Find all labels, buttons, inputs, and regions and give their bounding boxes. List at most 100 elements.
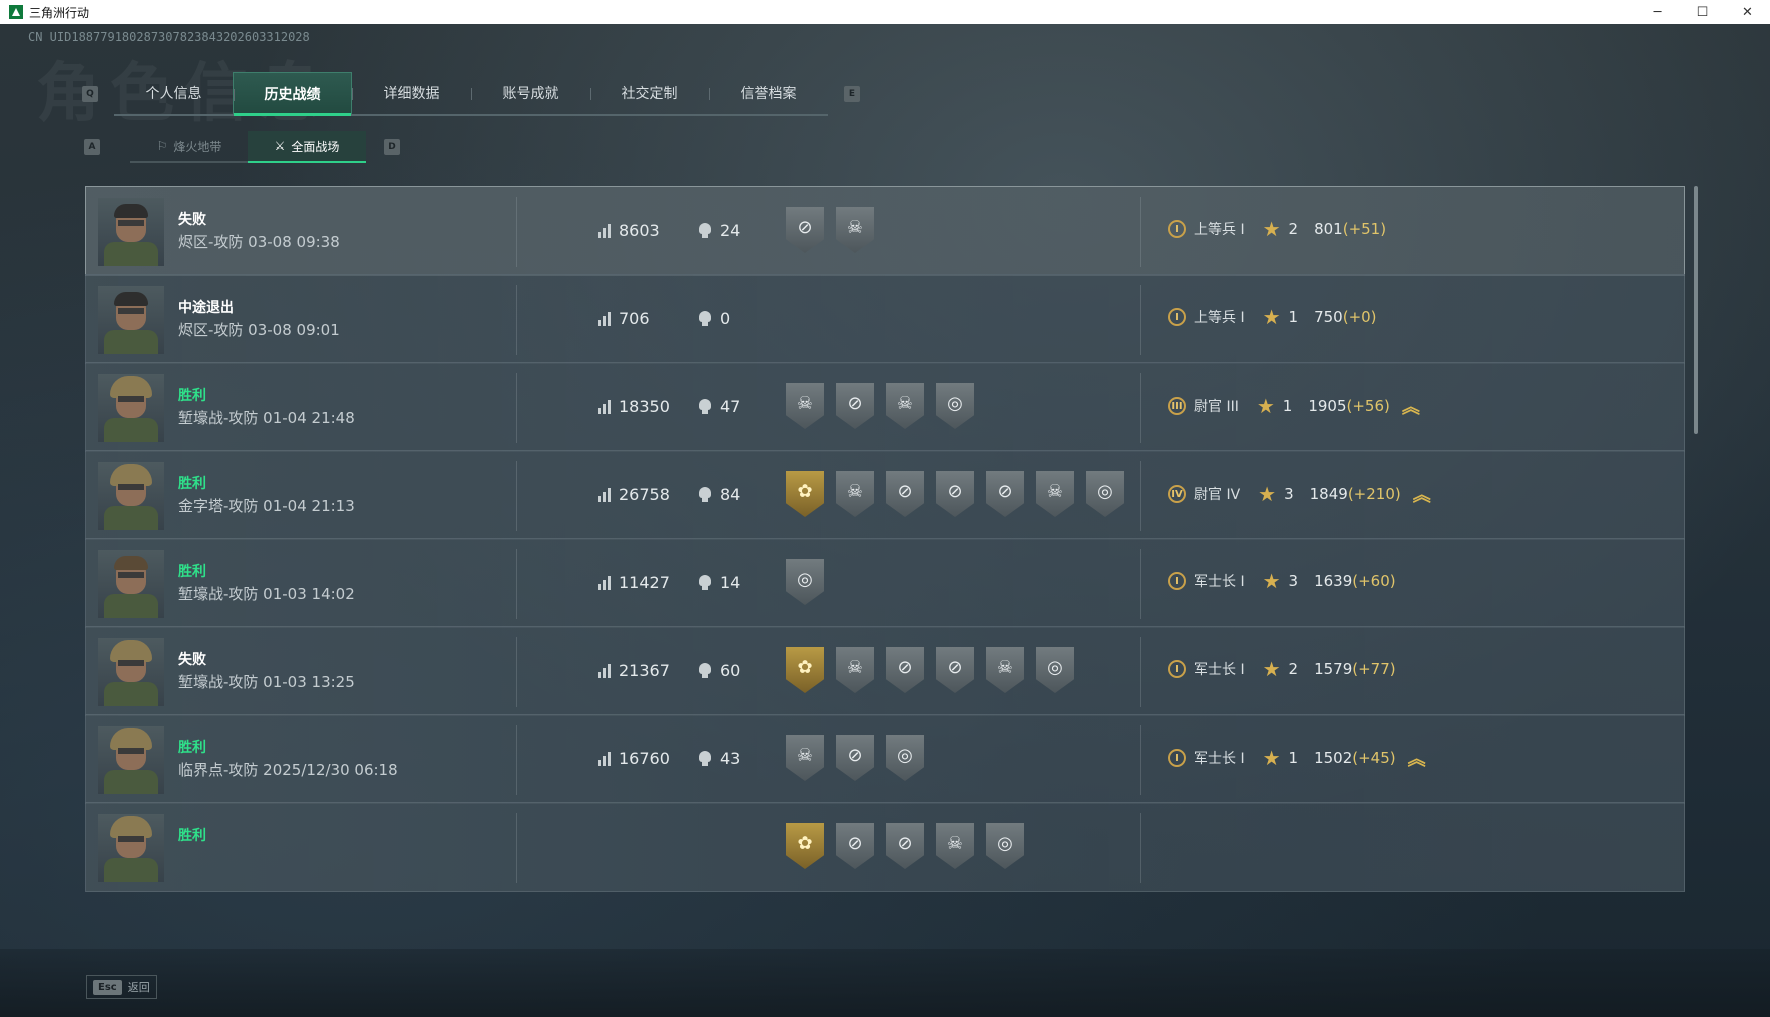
medal-glyph: ☠	[1046, 480, 1064, 502]
medal-badge-icon[interactable]: ☠	[786, 383, 824, 429]
rank-badge-icon: I	[1168, 220, 1186, 238]
medal-badge-icon[interactable]: ◎	[886, 735, 924, 781]
next-subtab-key-hint[interactable]: D	[384, 139, 400, 155]
medal-badge-icon[interactable]: ⊘	[836, 823, 874, 869]
rank-info: I 上等兵 I ★ 2 801(+51)	[1168, 217, 1386, 241]
subtab-0[interactable]: ⚐ 烽火地带	[130, 131, 248, 163]
match-result: 胜利	[178, 740, 206, 756]
operator-avatar	[98, 726, 164, 794]
score-value: 16760	[619, 749, 670, 768]
subtab-1[interactable]: ⚔ 全面战场	[248, 131, 366, 163]
medal-badge-icon[interactable]: ⊘	[886, 823, 924, 869]
medal-badge-icon[interactable]: ◎	[936, 383, 974, 429]
score-value: 21367	[619, 661, 670, 680]
medal-badge-icon[interactable]: ⊘	[836, 383, 874, 429]
medal-badge-icon[interactable]: ◎	[1036, 647, 1074, 693]
medal-glyph: ⊘	[847, 744, 863, 766]
avatar-visor	[118, 396, 144, 402]
match-row[interactable]: 胜利 堑壕战-攻防 01-03 14:02 11427 14 ◎ I 军士长 I ★ 3 1639…	[85, 538, 1685, 628]
medal-glyph: ☠	[846, 480, 864, 502]
medal-badge-icon[interactable]: ☠	[836, 471, 874, 517]
match-history-list[interactable]: 失败 烬区-攻防 03-08 09:38 8603 24 ⊘ ☠ I 上等兵 I ★ 2 801(+…	[85, 186, 1685, 916]
kills-value: 60	[720, 661, 741, 680]
avatar-helmet	[114, 292, 148, 306]
tab-2[interactable]: 详细数据	[352, 72, 471, 114]
rank-points: 1639(+60)	[1314, 572, 1396, 590]
medal-badge-icon[interactable]: ✿	[786, 647, 824, 693]
skull-icon	[698, 398, 712, 415]
tab-4[interactable]: 社交定制	[590, 72, 709, 114]
match-row[interactable]: 失败 堑壕战-攻防 01-03 13:25 21367 60 ✿ ☠ ⊘ ⊘ ☠ ◎ I 军士长 I ★…	[85, 626, 1685, 716]
points-delta: (+77)	[1352, 660, 1396, 678]
medal-badge-icon[interactable]: ⊘	[836, 735, 874, 781]
medal-badge-icon[interactable]: ✿	[786, 823, 824, 869]
star-icon: ★	[1262, 657, 1281, 681]
medal-glyph: ⊘	[997, 480, 1013, 502]
tab-3[interactable]: 账号成就	[471, 72, 590, 114]
medal-badge-icon[interactable]: ☠	[836, 647, 874, 693]
prev-tab-key-hint[interactable]: Q	[82, 86, 98, 102]
operator-avatar	[98, 638, 164, 706]
operator-avatar	[98, 198, 164, 266]
back-button[interactable]: Esc 返回	[86, 975, 157, 999]
match-row[interactable]: 胜利 金字塔-攻防 01-04 21:13 26758 84 ✿ ☠ ⊘ ⊘ ⊘ ☠ ◎ IV 尉官 I…	[85, 450, 1685, 540]
rank-badge-icon: I	[1168, 749, 1186, 767]
match-row[interactable]: 中途退出 烬区-攻防 03-08 09:01 706 0 I 上等兵 I ★ 1 750(+0)	[85, 274, 1685, 364]
row-divider	[516, 285, 517, 355]
medal-glyph: ◎	[897, 744, 913, 766]
medal-badge-icon[interactable]: ⊘	[886, 647, 924, 693]
match-score: 18350	[598, 397, 670, 416]
rank-stars: 2	[1288, 220, 1299, 238]
match-map-time: 堑壕战-攻防 01-03 13:25	[178, 673, 355, 691]
minimize-button[interactable]: ─	[1635, 0, 1680, 24]
kills-value: 47	[720, 397, 741, 416]
match-row[interactable]: 胜利 ✿ ⊘ ⊘ ☠ ◎	[85, 802, 1685, 892]
rank-stars: 1	[1288, 749, 1299, 767]
points-value: 1849	[1309, 485, 1348, 503]
rank-up-icon: ︽	[1401, 397, 1420, 418]
next-tab-key-hint[interactable]: E	[844, 86, 860, 102]
medal-badge-icon[interactable]: ✿	[786, 471, 824, 517]
list-scrollbar[interactable]	[1694, 186, 1698, 434]
rank-points: 1502(+45)	[1314, 749, 1396, 767]
medal-badge-icon[interactable]: ⊘	[936, 471, 974, 517]
row-divider	[1140, 197, 1141, 267]
tab-1[interactable]: 历史战绩	[233, 72, 352, 116]
prev-subtab-key-hint[interactable]: A	[84, 139, 100, 155]
medal-badge-icon[interactable]: ⊘	[986, 471, 1024, 517]
medal-glyph: ⊘	[847, 392, 863, 414]
avatar-body	[104, 770, 158, 794]
match-row[interactable]: 胜利 临界点-攻防 2025/12/30 06:18 16760 43 ☠ ⊘ ◎ I 军士长 …	[85, 714, 1685, 804]
maximize-button[interactable]: ☐	[1680, 0, 1725, 24]
medal-badge-icon[interactable]: ☠	[786, 735, 824, 781]
tab-5[interactable]: 信誉档案	[709, 72, 828, 114]
row-divider	[516, 637, 517, 707]
row-divider	[1140, 549, 1141, 619]
medal-badge-icon[interactable]: ☠	[936, 823, 974, 869]
medal-badge-icon[interactable]: ◎	[986, 823, 1024, 869]
match-row[interactable]: 失败 烬区-攻防 03-08 09:38 8603 24 ⊘ ☠ I 上等兵 I ★ 2 801(+…	[85, 186, 1685, 276]
tab-0[interactable]: 个人信息	[114, 72, 233, 114]
medal-badge-icon[interactable]: ⊘	[786, 207, 824, 253]
medal-badge-icon[interactable]: ◎	[786, 559, 824, 605]
close-button[interactable]: ✕	[1725, 0, 1770, 24]
medal-badge-icon[interactable]: ☠	[986, 647, 1024, 693]
match-medals: ☠ ⊘ ☠ ◎	[786, 383, 974, 429]
points-value: 1639	[1314, 572, 1353, 590]
medal-badge-icon[interactable]: ⊘	[936, 647, 974, 693]
operator-avatar	[98, 550, 164, 618]
score-value: 11427	[619, 573, 670, 592]
match-row[interactable]: 胜利 堑壕战-攻防 01-04 21:48 18350 47 ☠ ⊘ ☠ ◎ III 尉官 III…	[85, 362, 1685, 452]
medal-glyph: ◎	[1047, 656, 1063, 678]
medal-badge-icon[interactable]: ☠	[1036, 471, 1074, 517]
avatar-helmet	[110, 376, 152, 398]
rank-stars: 3	[1288, 572, 1299, 590]
medal-glyph: ✿	[797, 656, 813, 678]
medal-badge-icon[interactable]: ☠	[836, 207, 874, 253]
match-result: 胜利	[178, 564, 206, 580]
medal-badge-icon[interactable]: ⊘	[886, 471, 924, 517]
medal-glyph: ☠	[996, 656, 1014, 678]
medal-badge-icon[interactable]: ◎	[1086, 471, 1124, 517]
medal-badge-icon[interactable]: ☠	[886, 383, 924, 429]
match-kills: 60	[698, 661, 740, 680]
